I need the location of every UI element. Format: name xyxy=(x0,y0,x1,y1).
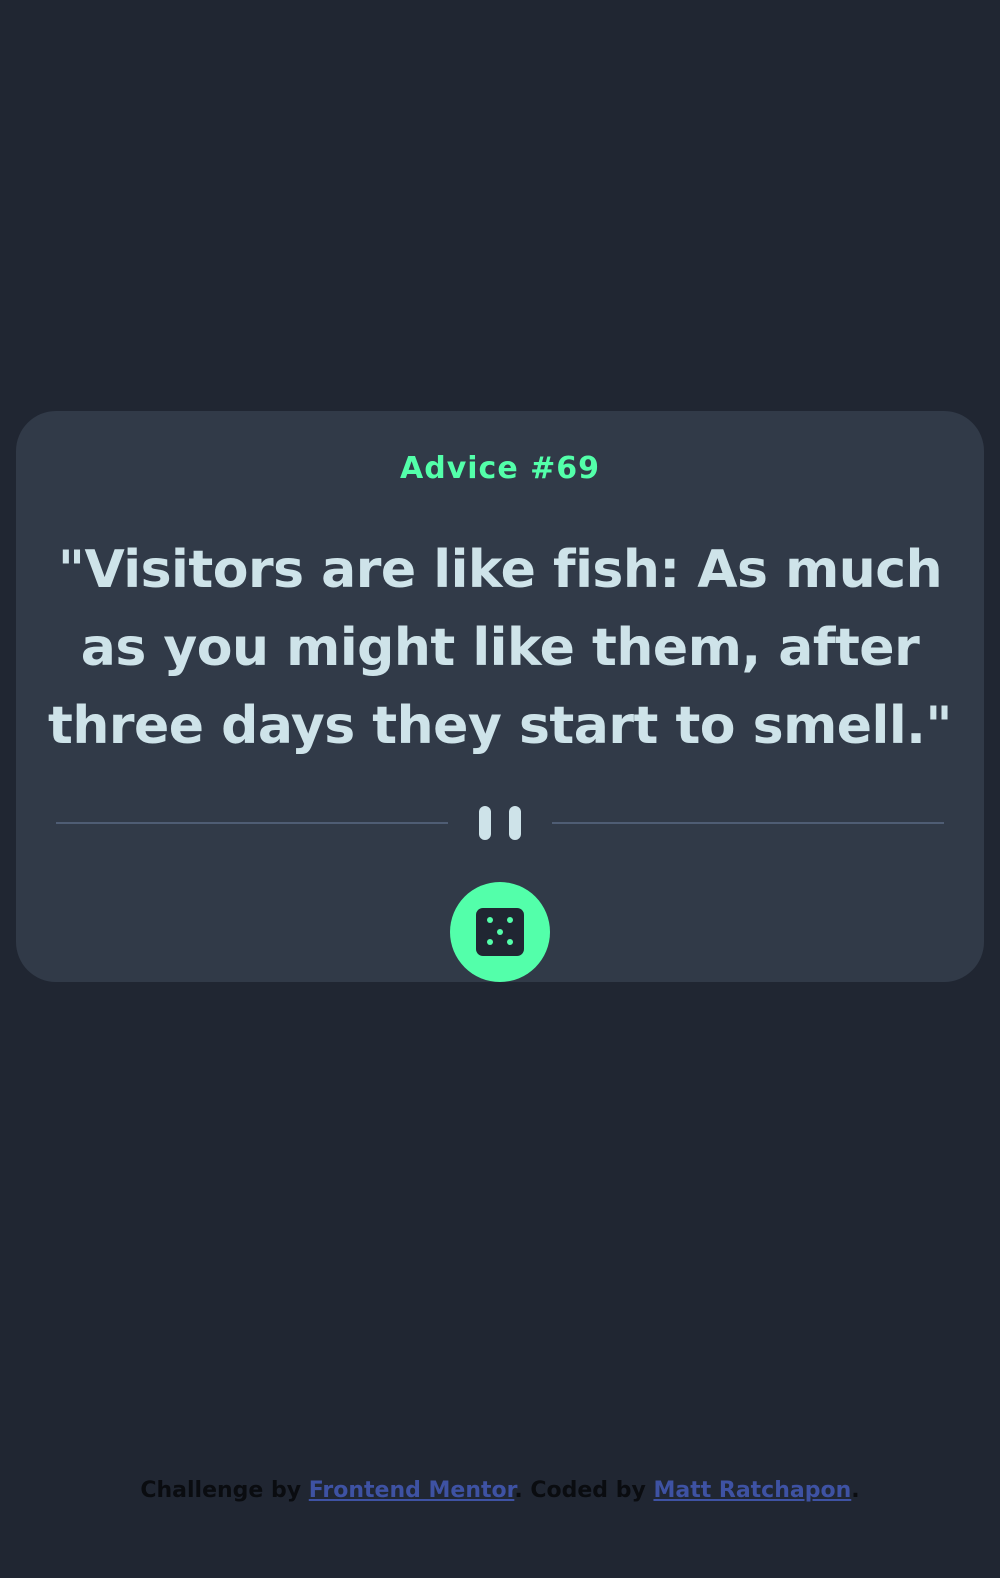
frontend-mentor-link[interactable]: Frontend Mentor xyxy=(309,1478,515,1503)
attribution-prefix: Challenge by xyxy=(140,1478,309,1503)
pause-bar-right xyxy=(509,806,521,840)
dice-icon xyxy=(476,908,524,956)
advice-quote: "Visitors are like fish: As much as you … xyxy=(47,540,953,756)
author-link[interactable]: Matt Ratchapon xyxy=(653,1478,851,1503)
pause-icon xyxy=(479,806,521,840)
attribution: Challenge by Frontend Mentor. Coded by M… xyxy=(0,1478,1000,1503)
pause-bar-left xyxy=(479,806,491,840)
advice-card: Advice #69 "Visitors are like fish: As m… xyxy=(16,411,984,982)
divider-line-left xyxy=(56,822,448,824)
divider-line-right xyxy=(552,822,944,824)
attribution-middle: . Coded by xyxy=(514,1478,654,1503)
advice-id: Advice #69 xyxy=(400,451,600,486)
divider xyxy=(56,806,944,840)
generate-advice-button[interactable] xyxy=(450,882,550,982)
attribution-suffix: . xyxy=(851,1478,860,1503)
